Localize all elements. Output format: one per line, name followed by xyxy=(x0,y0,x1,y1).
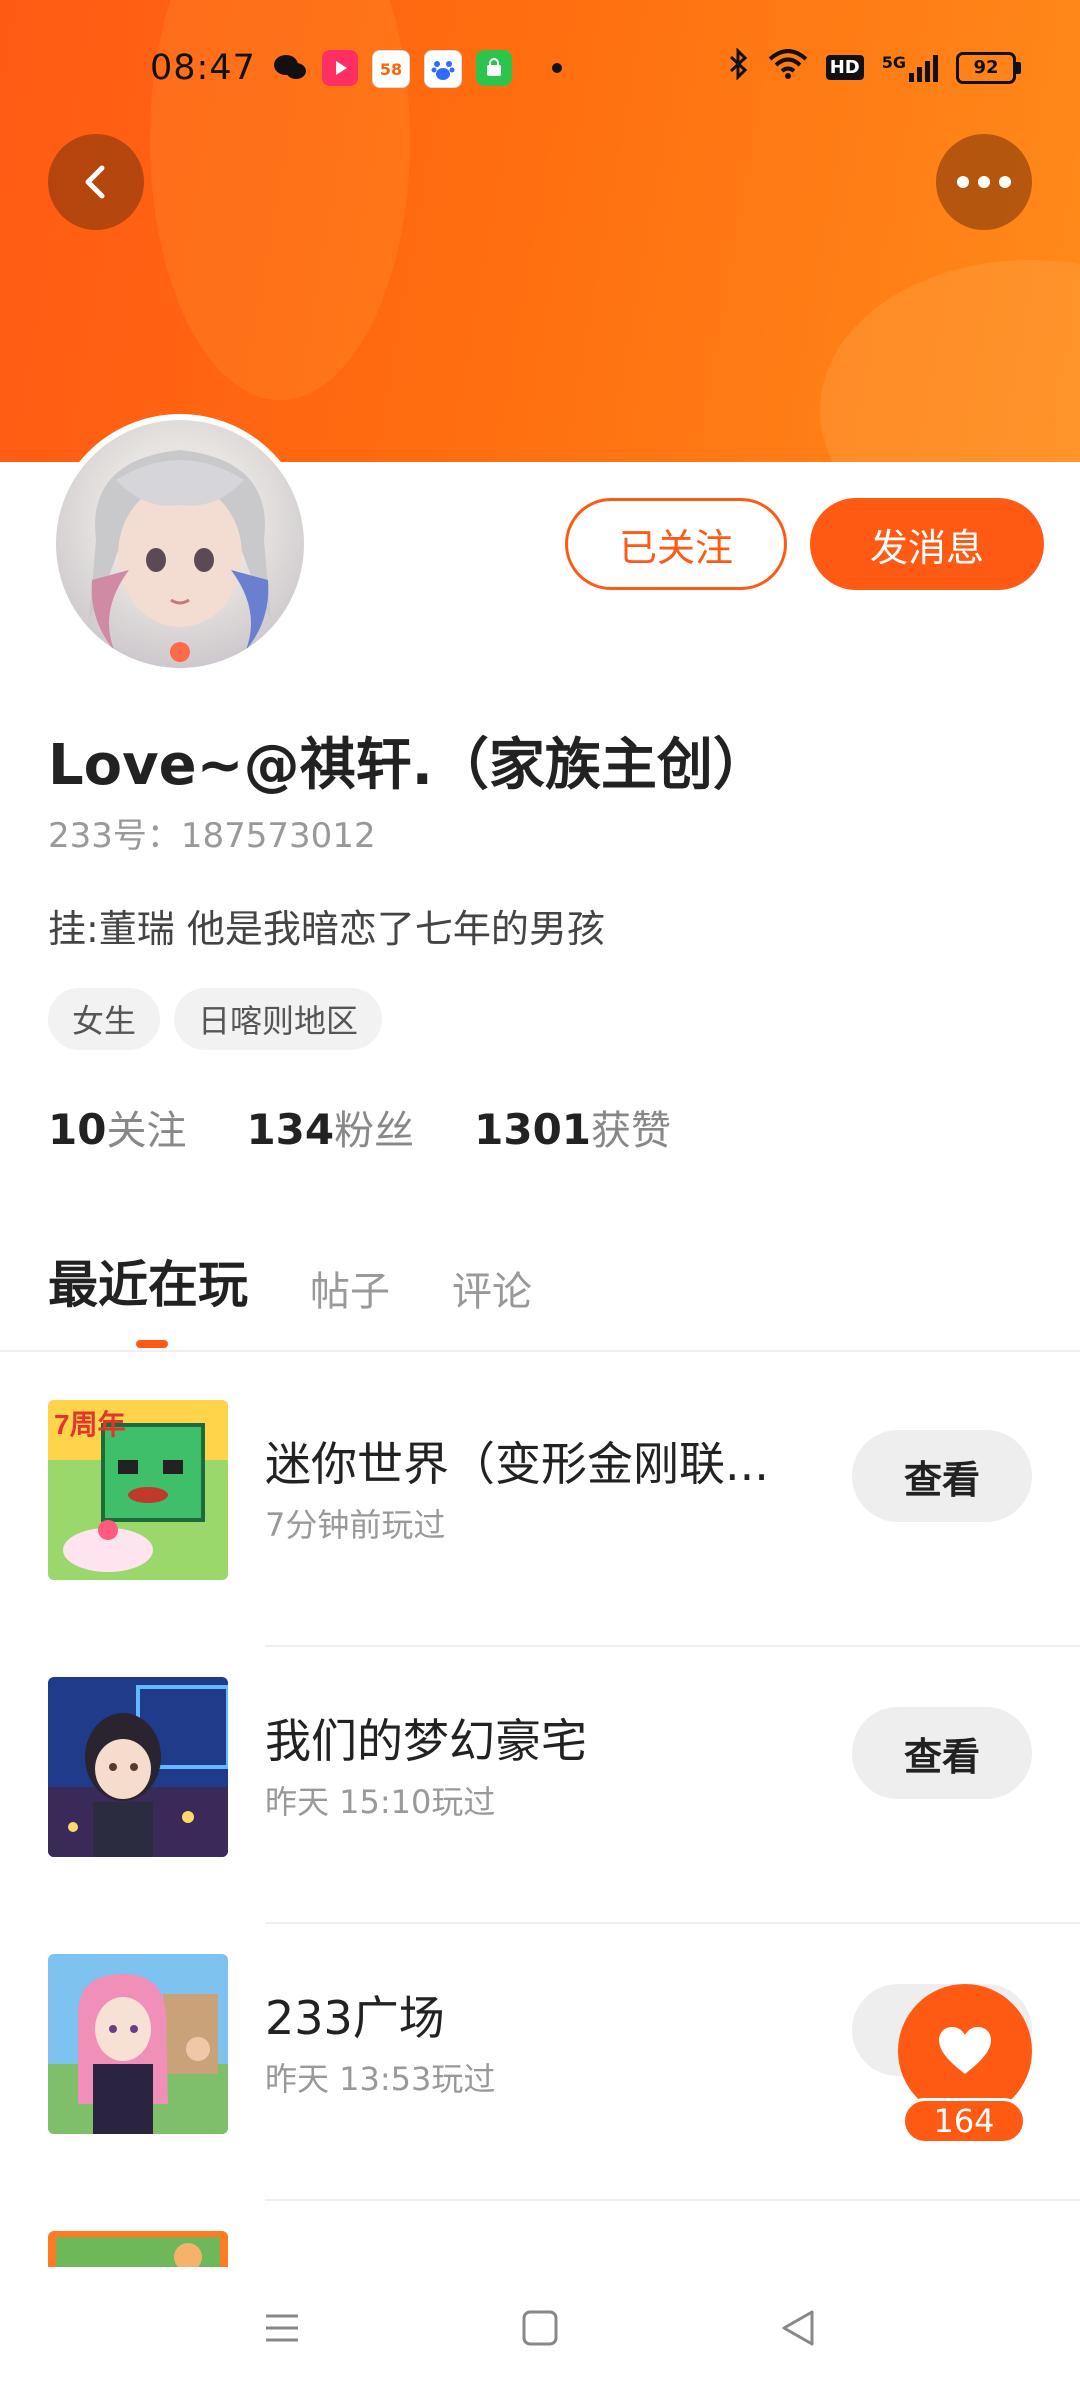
58-app-icon: 58 xyxy=(372,50,410,88)
tab-recent-played[interactable]: 最近在玩 xyxy=(48,1245,248,1317)
system-navigation-bar xyxy=(0,2268,1080,2400)
signal-icon: 5G xyxy=(882,53,938,83)
followed-button[interactable]: 已关注 xyxy=(565,498,787,590)
profile-stats: 10关注 134粉丝 1301获赞 xyxy=(48,1098,731,1156)
chevron-left-icon xyxy=(85,165,105,199)
menu-nav-button[interactable] xyxy=(262,2308,302,2352)
battery-indicator: 92 xyxy=(956,51,1021,84)
home-nav-button[interactable] xyxy=(520,2308,560,2352)
profile-name: Love~@祺轩.（家族主创） xyxy=(48,733,769,798)
notification-icons: 58 xyxy=(272,50,512,88)
game-last-played: 昨天 13:53玩过 xyxy=(265,2060,496,2098)
svg-text:7周年: 7周年 xyxy=(54,1408,126,1440)
more-dots-icon xyxy=(957,176,1011,188)
user-avatar[interactable] xyxy=(50,414,310,674)
stat-label: 关注 xyxy=(106,1108,187,1154)
gender-tag: 女生 xyxy=(48,988,161,1050)
game-thumbnail-partial xyxy=(48,2231,228,2267)
hd-icon: HD xyxy=(825,55,864,80)
tab-comments[interactable]: 评论 xyxy=(452,1259,532,1317)
status-time: 08:47 xyxy=(150,48,256,88)
game-title: 233广场 xyxy=(265,1991,445,2045)
profile-bio: 挂:董瑞 他是我暗恋了七年的男孩 xyxy=(48,907,605,951)
status-bar: 08:47 58 HD 5G 92 xyxy=(0,0,1080,140)
stat-label: 获赞 xyxy=(591,1108,672,1154)
game-list-item[interactable]: 我们的梦幻豪宅 昨天 15:10玩过 查看 xyxy=(0,1647,1080,1924)
store-app-icon xyxy=(476,50,512,86)
system-status-icons: HD 5G 92 xyxy=(728,47,1021,87)
more-notifications-dot xyxy=(552,63,562,73)
profile-tags: 女生 日喀则地区 xyxy=(48,988,383,1050)
bluetooth-icon xyxy=(728,47,750,87)
profile-id: 233号：187573012 xyxy=(48,816,376,856)
video-app-icon xyxy=(322,50,358,86)
wifi-icon xyxy=(768,49,808,86)
game-title: 迷你世界（变形金刚联... xyxy=(265,1437,769,1491)
heart-icon xyxy=(939,2027,991,2074)
divider xyxy=(265,2199,1080,2201)
stat-number: 1301 xyxy=(474,1105,592,1154)
following-stat[interactable]: 10关注 xyxy=(48,1098,186,1156)
stat-number: 134 xyxy=(246,1105,335,1154)
divider xyxy=(0,1350,1080,1352)
avatar-image xyxy=(56,420,304,668)
wechat-icon xyxy=(272,50,308,86)
game-last-played: 昨天 15:10玩过 xyxy=(265,1783,496,1821)
stat-number: 10 xyxy=(48,1105,107,1154)
game-list-item[interactable]: 7周年 迷你世界（变形金刚联... 7分钟前玩过 查看 xyxy=(0,1370,1080,1647)
menu-icon xyxy=(266,2314,298,2342)
game-last-played: 7分钟前玩过 xyxy=(265,1506,446,1544)
game-title: 我们的梦幻豪宅 xyxy=(265,1714,587,1768)
send-message-button[interactable]: 发消息 xyxy=(810,498,1044,590)
active-tab-indicator xyxy=(136,1340,168,1348)
back-button[interactable] xyxy=(48,134,144,230)
followers-stat[interactable]: 134粉丝 xyxy=(246,1098,414,1156)
baidu-icon xyxy=(424,50,462,88)
back-nav-button[interactable] xyxy=(778,2308,818,2352)
network-type: 5G xyxy=(881,52,906,72)
likes-stat: 1301获赞 xyxy=(474,1098,671,1156)
like-count: 164 xyxy=(902,2098,1026,2144)
game-thumbnail xyxy=(48,1954,228,2134)
view-game-button[interactable]: 查看 xyxy=(852,1430,1032,1522)
back-triangle-icon xyxy=(782,2310,814,2346)
profile-tabs: 最近在玩 帖子 评论 xyxy=(48,1245,594,1317)
banner-decoration xyxy=(820,260,1080,462)
game-thumbnail xyxy=(48,1677,228,1857)
game-thumbnail: 7周年 xyxy=(48,1400,228,1580)
home-square-icon xyxy=(522,2310,558,2346)
more-options-button[interactable] xyxy=(936,134,1032,230)
view-game-button[interactable]: 查看 xyxy=(852,1707,1032,1799)
tab-posts[interactable]: 帖子 xyxy=(310,1259,390,1317)
stat-label: 粉丝 xyxy=(334,1108,415,1154)
region-tag: 日喀则地区 xyxy=(174,988,383,1050)
